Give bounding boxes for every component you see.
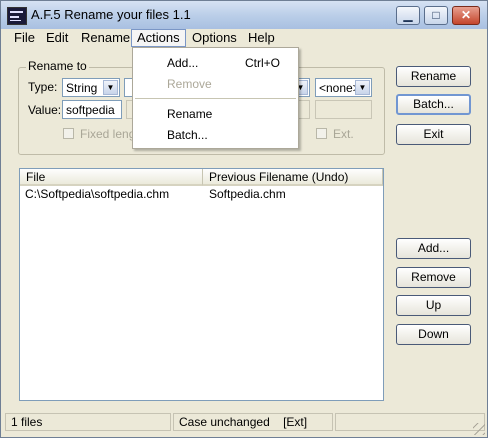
menu-item-batch[interactable]: Batch... — [167, 128, 208, 142]
app-window: A.F.5 Rename your files 1.1 ▁ □ ✕ File E… — [0, 0, 488, 438]
window-title: A.F.5 Rename your files 1.1 — [31, 7, 191, 22]
menu-edit[interactable]: Edit — [41, 30, 73, 46]
close-icon: ✕ — [460, 8, 472, 22]
up-button[interactable]: Up — [396, 295, 471, 316]
status-case-text: Case unchanged — [179, 415, 270, 429]
remove-button[interactable]: Remove — [396, 267, 471, 288]
file-list[interactable]: File Previous Filename (Undo) C:\Softped… — [19, 168, 384, 401]
menu-options[interactable]: Options — [187, 30, 242, 46]
batch-button[interactable]: Batch... — [396, 94, 471, 115]
menu-item-rename[interactable]: Rename — [167, 107, 212, 121]
column-header-file[interactable]: File — [20, 169, 203, 186]
menu-bar: File Edit Rename Actions Options Help — [1, 29, 487, 48]
menu-item-remove[interactable]: Remove — [167, 77, 212, 91]
resize-grip-icon[interactable] — [473, 423, 485, 435]
exit-button[interactable]: Exit — [396, 124, 471, 145]
menu-rename[interactable]: Rename — [76, 30, 135, 46]
menu-separator — [135, 98, 296, 99]
rename-button[interactable]: Rename — [396, 66, 471, 87]
case-select[interactable]: <none> ▼ — [315, 78, 372, 97]
title-bar[interactable]: A.F.5 Rename your files 1.1 ▁ □ ✕ — [1, 1, 487, 29]
file-cell[interactable]: C:\Softpedia\softpedia.chm — [25, 187, 169, 201]
app-icon[interactable] — [7, 7, 27, 25]
menu-item-add[interactable]: Add... — [167, 56, 198, 70]
value-input[interactable]: softpedia — [62, 100, 122, 119]
fixed-length-checkbox[interactable] — [63, 128, 74, 139]
type-label: Type: — [28, 80, 58, 94]
type-select[interactable]: String ▼ — [62, 78, 120, 97]
fourth-value-input[interactable] — [315, 100, 372, 119]
add-shortcut: Ctrl+O — [245, 56, 281, 70]
ext-checkbox[interactable] — [316, 128, 327, 139]
maximize-button[interactable]: □ — [424, 6, 448, 25]
status-files: 1 files — [5, 413, 171, 431]
chevron-down-icon[interactable]: ▼ — [355, 80, 370, 95]
status-ext: [Ext] — [283, 415, 308, 429]
menu-file[interactable]: File — [9, 30, 40, 46]
minimize-icon: ▁ — [403, 8, 413, 22]
menu-help[interactable]: Help — [243, 30, 280, 46]
actions-dropdown: Add... Ctrl+O Remove Rename Batch... — [132, 47, 299, 149]
type-select-value: String — [66, 81, 98, 95]
status-case: Case unchanged [Ext] — [173, 413, 333, 431]
case-select-value: <none> — [319, 81, 360, 95]
menu-actions[interactable]: Actions — [131, 29, 186, 47]
status-empty — [335, 413, 485, 431]
ext-label: Ext. — [333, 127, 354, 141]
maximize-icon: □ — [432, 8, 440, 22]
status-bar: 1 files Case unchanged [Ext] — [1, 411, 487, 437]
add-button[interactable]: Add... — [396, 238, 471, 259]
down-button[interactable]: Down — [396, 324, 471, 345]
previous-filename-cell[interactable]: Softpedia.chm — [209, 187, 286, 201]
value-label: Value: — [28, 103, 62, 117]
close-button[interactable]: ✕ — [452, 6, 480, 25]
value-input-text: softpedia — [66, 103, 115, 117]
column-header-previous[interactable]: Previous Filename (Undo) — [203, 169, 383, 186]
chevron-down-icon[interactable]: ▼ — [103, 80, 118, 95]
minimize-button[interactable]: ▁ — [396, 6, 420, 25]
rename-to-label: Rename to — [26, 59, 89, 73]
fixed-length-label: Fixed lengt — [80, 127, 139, 141]
